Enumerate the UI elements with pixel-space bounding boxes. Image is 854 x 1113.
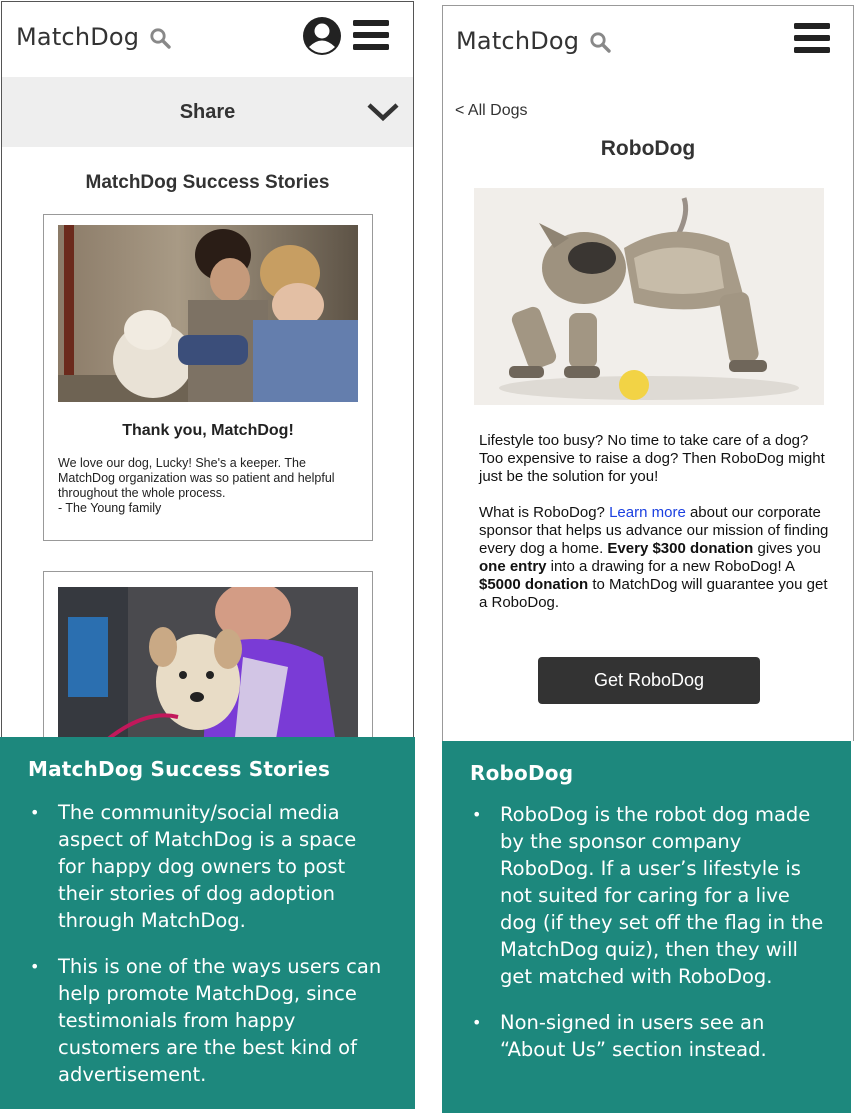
- top-nav: MatchDog: [443, 6, 853, 80]
- search-icon[interactable]: [149, 27, 173, 56]
- page-title: RoboDog: [600, 137, 696, 160]
- robodog-details: What is RoboDog? Learn more about our co…: [479, 504, 831, 612]
- share-dropdown[interactable]: Share: [2, 77, 413, 147]
- annotation-title: MatchDog Success Stories: [28, 757, 331, 781]
- details-bold: $5000 donation: [479, 576, 589, 593]
- page-title: MatchDog Success Stories: [85, 172, 330, 193]
- robodog-photo: [474, 188, 824, 405]
- story-line: - The Young family: [58, 501, 162, 515]
- learn-more-link[interactable]: Learn more: [609, 504, 686, 521]
- annotation-bullet: RoboDog is the robot dog made by the spo…: [470, 801, 830, 990]
- search-icon[interactable]: [589, 31, 613, 60]
- story-line: throughout the whole process.: [58, 486, 226, 500]
- story-card[interactable]: Thank you, MatchDog! We love our dog, Lu…: [43, 214, 373, 541]
- story-line: We love our dog, Lucky! She's a keeper. …: [58, 456, 306, 470]
- story-photo: [58, 587, 358, 739]
- story-card[interactable]: [43, 571, 373, 739]
- annotation-bullet: This is one of the ways users can help p…: [28, 953, 388, 1088]
- back-to-all-dogs-link[interactable]: < All Dogs: [455, 102, 527, 120]
- annotation-bullet: The community/social media aspect of Mat…: [28, 799, 388, 934]
- success-stories-screen: MatchDog Share MatchDog Success Stories: [1, 1, 414, 739]
- annotation-title: RoboDog: [470, 761, 574, 785]
- annotation-list: RoboDog is the robot dog made by the spo…: [470, 801, 830, 1082]
- story-photo: [58, 225, 358, 402]
- robodog-screen: MatchDog < All Dogs RoboDog Lifestyle to…: [442, 5, 854, 741]
- details-text: into a drawing for a new RoboDog! A: [546, 558, 795, 575]
- get-robodog-button[interactable]: Get RoboDog: [538, 657, 760, 704]
- story-line: MatchDog organization was so patient and…: [58, 471, 335, 485]
- annotation-bullet: Non-signed in users see an “About Us” se…: [470, 1009, 830, 1063]
- hamburger-menu-icon[interactable]: [352, 18, 390, 57]
- annotation-list: The community/social media aspect of Mat…: [28, 799, 388, 1107]
- details-bold: one entry: [479, 558, 547, 575]
- story-title: Thank you, MatchDog!: [122, 422, 294, 439]
- app-logo[interactable]: MatchDog: [456, 27, 579, 55]
- details-text: What is RoboDog?: [479, 504, 610, 521]
- app-logo[interactable]: MatchDog: [16, 23, 139, 51]
- chevron-down-icon[interactable]: [366, 101, 400, 128]
- details-text: gives you: [753, 540, 821, 557]
- story-body: We love our dog, Lucky! She's a keeper. …: [58, 456, 363, 516]
- share-label: Share: [179, 101, 236, 123]
- annotation-robodog: RoboDog RoboDog is the robot dog made by…: [442, 741, 851, 1113]
- robodog-intro: Lifestyle too busy? No time to take care…: [479, 432, 825, 485]
- top-nav: MatchDog: [2, 2, 413, 76]
- details-bold: Every $300 donation: [607, 540, 754, 557]
- user-avatar-icon[interactable]: [301, 15, 343, 62]
- hamburger-menu-icon[interactable]: [793, 21, 831, 60]
- annotation-success-stories: MatchDog Success Stories The community/s…: [0, 737, 415, 1109]
